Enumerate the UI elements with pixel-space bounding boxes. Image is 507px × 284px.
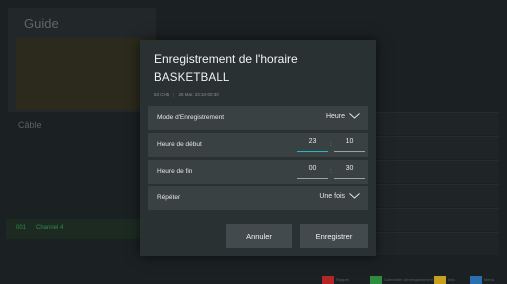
program-title: BASKETBALL (154, 72, 230, 84)
repeat-value: Une fois (319, 193, 360, 200)
repeat-select[interactable]: Répéter Une fois (148, 186, 368, 210)
legend-label-yellow: Info (448, 277, 455, 282)
repeat-label: Répéter (157, 194, 181, 201)
guide-preview-image (16, 38, 156, 110)
chevron-down-icon (349, 113, 360, 119)
recording-mode-value: Heure (326, 113, 360, 120)
recording-mode-select[interactable]: Mode d'Enregistrement Heure (148, 106, 368, 130)
legend-label-red: Rappel (336, 277, 349, 282)
chevron-down-icon (349, 193, 360, 199)
end-minute-value: 30 (345, 165, 354, 172)
start-hour-field[interactable]: 23 (297, 138, 328, 152)
start-minute-value: 10 (345, 138, 354, 145)
program-info: 53 CH5 | 26 Mar. 23:10-00:30 (154, 92, 219, 97)
legend-label-green: Calendrier d'enregistrement (384, 277, 434, 282)
end-time-label: Heure de fin (157, 168, 193, 175)
schedule-recording-dialog: Enregistrement de l'horaire BASKETBALL 5… (140, 40, 376, 256)
program-channel: 53 CH5 (154, 92, 170, 97)
guide-title: Guide (24, 16, 59, 31)
channel-name: Channel 4 (36, 225, 64, 231)
recording-mode-label: Mode d'Enregistrement (157, 114, 224, 121)
start-time-label: Heure de début (157, 141, 202, 148)
end-hour-value: 00 (308, 165, 317, 172)
repeat-selected: Une fois (319, 193, 346, 200)
end-minute-field[interactable]: 30 (334, 165, 365, 179)
legend-blue-key (470, 276, 482, 284)
end-time-separator: : (330, 169, 332, 175)
start-time-separator: : (330, 142, 332, 148)
cancel-button[interactable]: Annuler (226, 224, 292, 248)
record-button[interactable]: Enregistrer (300, 224, 368, 248)
legend-red-key (322, 276, 334, 284)
recording-mode-selected: Heure (325, 113, 346, 120)
end-time-row: Heure de fin 00 : 30 (148, 160, 368, 184)
program-datetime: 26 Mar. 23:10-00:30 (178, 92, 219, 97)
dialog-title: Enregistrement de l'horaire (154, 52, 298, 66)
start-minute-field[interactable]: 10 (334, 138, 365, 152)
end-hour-field[interactable]: 00 (297, 165, 328, 179)
guide-channel-row[interactable]: 001 Channel 4 (6, 219, 156, 239)
channel-number: 001 (16, 225, 27, 231)
guide-source-label: Câble (18, 120, 42, 130)
start-time-row: Heure de début 23 : 10 (148, 133, 368, 157)
legend-yellow-key (434, 276, 446, 284)
legend-green-key (370, 276, 382, 284)
start-hour-value: 23 (308, 138, 317, 145)
legend-label-blue: Menu (484, 277, 495, 282)
